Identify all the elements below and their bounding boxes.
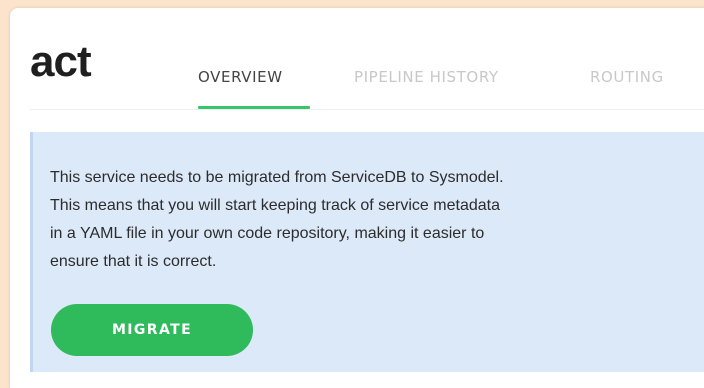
tab-routing[interactable]: ROUTING <box>590 68 664 86</box>
service-page: act OVERVIEW PIPELINE HISTORY ROUTING Th… <box>10 8 704 388</box>
migration-banner: This service needs to be migrated from S… <box>30 132 704 372</box>
migration-message: This service needs to be migrated from S… <box>50 164 700 276</box>
migration-message-line: This service needs to be migrated from S… <box>50 169 504 186</box>
migration-message-line: ensure that it is correct. <box>50 253 217 270</box>
migration-message-line: This means that you will start keeping t… <box>50 197 500 214</box>
page-header: act OVERVIEW PIPELINE HISTORY ROUTING <box>10 8 704 112</box>
migrate-button[interactable]: MIGRATE <box>51 304 253 356</box>
tab-overview[interactable]: OVERVIEW <box>198 68 283 86</box>
tab-pipeline-history[interactable]: PIPELINE HISTORY <box>354 68 499 86</box>
page-title: act <box>30 37 92 86</box>
migration-message-line: in a YAML file in your own code reposito… <box>50 225 485 242</box>
header-divider <box>30 109 704 110</box>
